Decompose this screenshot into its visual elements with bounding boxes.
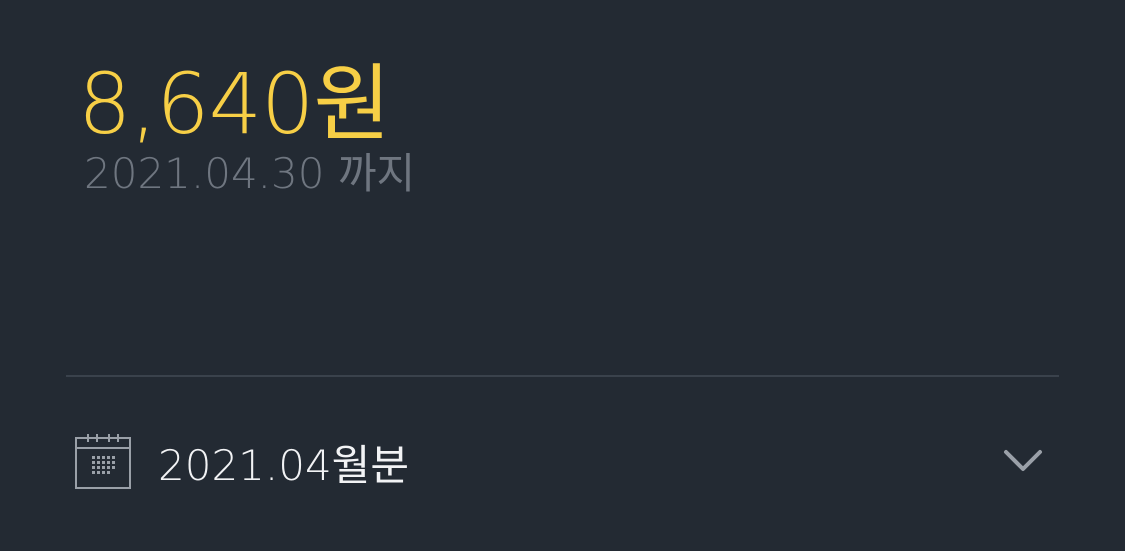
- divider: [66, 375, 1059, 377]
- balance-amount: 8,640원: [78, 55, 391, 153]
- period-selector[interactable]: 2021.04월분: [66, 420, 1059, 504]
- chevron-down-icon: [1004, 450, 1042, 471]
- period-label: 2021.04월분: [158, 440, 409, 490]
- balance-summary: 8,640원 2021.04.30 까지: [78, 52, 415, 200]
- calendar-icon: [75, 434, 131, 489]
- due-date: 2021.04.30 까지: [84, 149, 416, 198]
